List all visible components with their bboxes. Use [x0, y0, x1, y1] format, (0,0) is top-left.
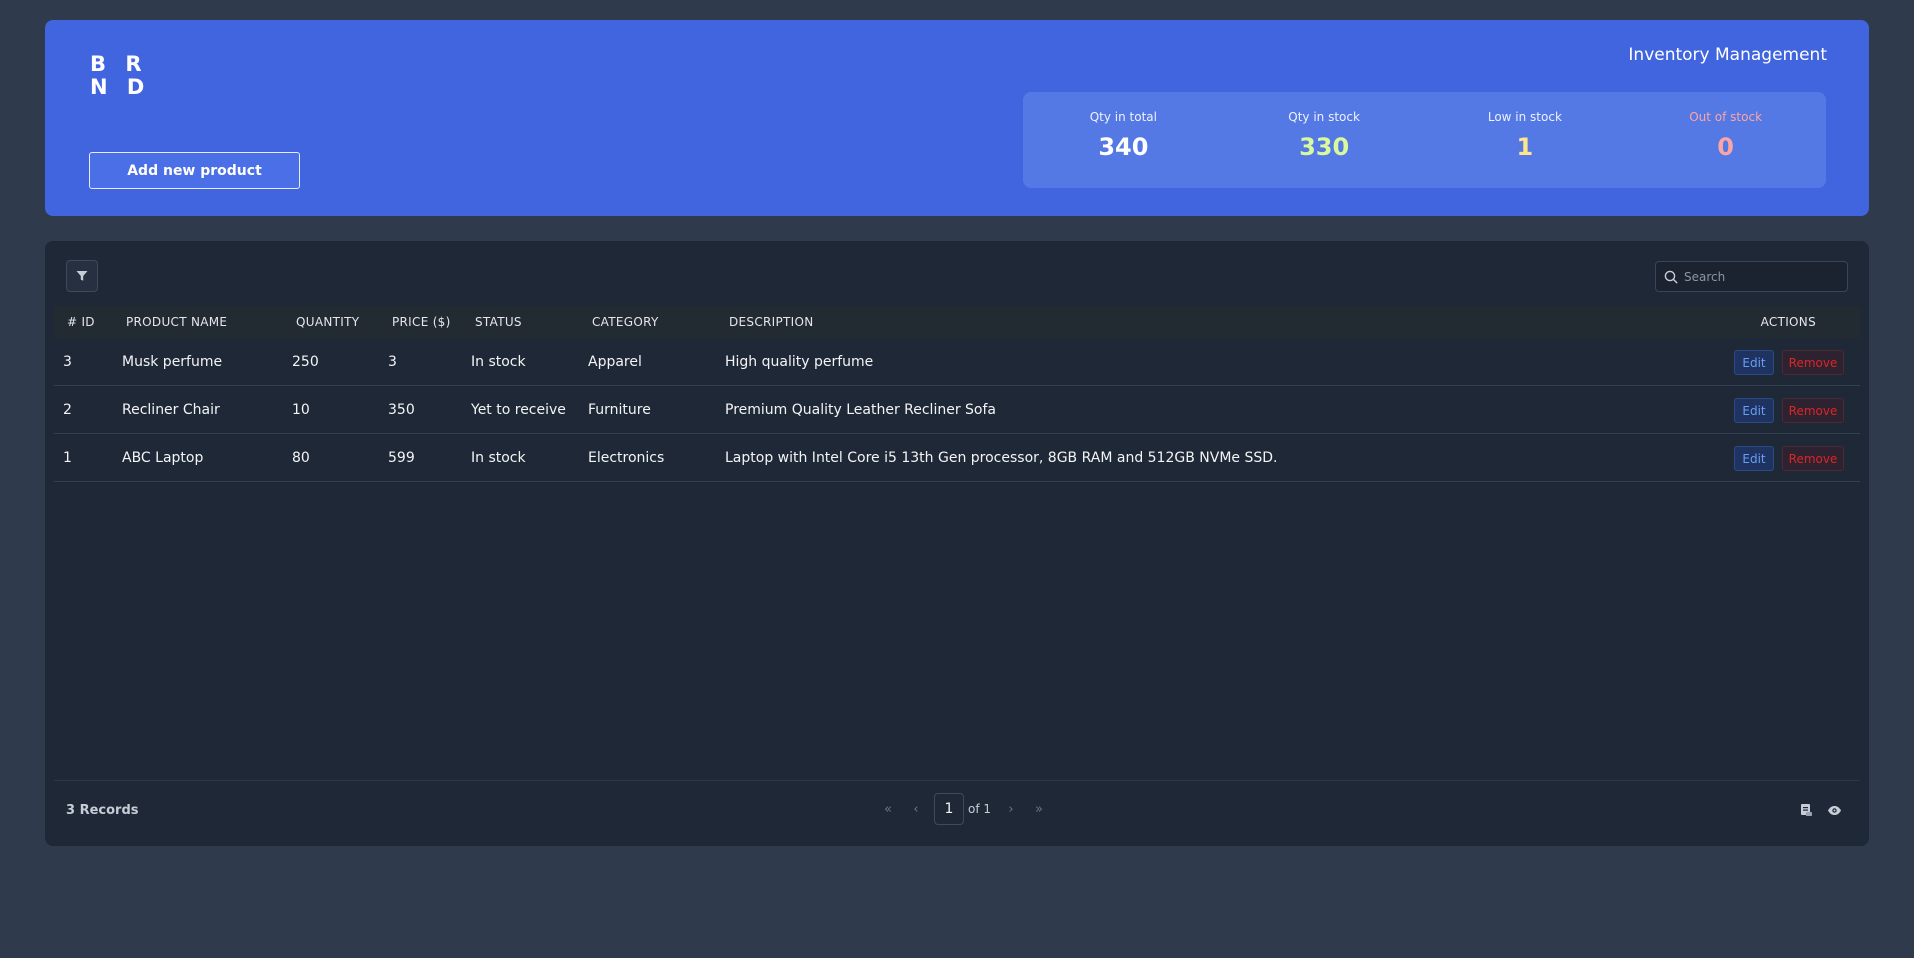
previous-page-button[interactable]: ‹ [902, 802, 930, 817]
brand-logo: B R N D [90, 53, 150, 99]
cell-category: Electronics [588, 450, 665, 466]
table-row: 2 Recliner Chair 10 350 Yet to receive F… [54, 386, 1860, 434]
current-page-button[interactable]: 1 [934, 793, 964, 825]
footer-actions [1799, 803, 1842, 817]
page-title: Inventory Management [1628, 45, 1827, 65]
stat-label: Out of stock [1689, 110, 1763, 124]
cell-category: Apparel [588, 354, 642, 370]
remove-button[interactable]: Remove [1782, 398, 1844, 423]
stat-label: Qty in stock [1288, 110, 1360, 124]
export-icon [1801, 804, 1812, 816]
table-row: 1 ABC Laptop 80 599 In stock Electronics… [54, 434, 1860, 482]
edit-button[interactable]: Edit [1734, 398, 1774, 423]
last-page-button[interactable]: » [1025, 802, 1053, 817]
next-page-button[interactable]: › [997, 802, 1025, 817]
records-count: 3 Records [66, 803, 139, 818]
table-header: # ID PRODUCT NAME QUANTITY PRICE ($) STA… [54, 306, 1860, 338]
column-header-actions: ACTIONS [1760, 315, 1816, 329]
page-total-label: of 1 [968, 802, 992, 816]
brand-logo-line-2: N D [90, 75, 151, 99]
table-row: 3 Musk perfume 250 3 In stock Apparel Hi… [54, 338, 1860, 386]
column-header-description[interactable]: DESCRIPTION [729, 306, 814, 338]
stat-value: 1 [1516, 133, 1534, 161]
cell-price: 599 [388, 450, 415, 466]
add-new-product-button[interactable]: Add new product [89, 152, 300, 189]
cell-description: High quality perfume [725, 354, 874, 370]
stat-qty-in-stock: Qty in stock 330 [1224, 92, 1425, 188]
cell-description: Premium Quality Leather Recliner Sofa [725, 402, 996, 418]
remove-button[interactable]: Remove [1782, 446, 1844, 471]
stat-out-of-stock: Out of stock 0 [1625, 92, 1826, 188]
column-header-price[interactable]: PRICE ($) [392, 306, 451, 338]
cell-status: Yet to receive [471, 402, 566, 418]
search-box[interactable] [1655, 261, 1848, 292]
cell-id: 1 [63, 450, 72, 466]
cell-product-name: ABC Laptop [122, 450, 204, 466]
cell-quantity: 10 [292, 402, 310, 418]
cell-status: In stock [471, 450, 526, 466]
cell-id: 2 [63, 402, 72, 418]
cell-price: 3 [388, 354, 397, 370]
stat-value: 330 [1299, 133, 1350, 161]
column-header-product-name[interactable]: PRODUCT NAME [126, 306, 227, 338]
column-header-category[interactable]: CATEGORY [592, 306, 659, 338]
table-footer: 3 Records « ‹ 1 of 1 › » [54, 780, 1860, 842]
remove-button[interactable]: Remove [1782, 350, 1844, 375]
search-icon [1664, 270, 1678, 284]
filter-button[interactable] [66, 260, 98, 292]
first-page-button[interactable]: « [874, 802, 902, 817]
header-banner: B R N D Add new product Inventory Manage… [45, 20, 1869, 216]
column-header-status[interactable]: STATUS [475, 306, 522, 338]
stat-label: Low in stock [1487, 110, 1562, 124]
cell-product-name: Recliner Chair [122, 402, 220, 418]
brand-logo-line-1: B R [90, 52, 148, 76]
column-header-quantity[interactable]: QUANTITY [296, 306, 359, 338]
stat-low-in-stock: Low in stock 1 [1425, 92, 1626, 188]
edit-button[interactable]: Edit [1734, 350, 1774, 375]
cell-category: Furniture [588, 402, 651, 418]
cell-quantity: 250 [292, 354, 319, 370]
cell-description: Laptop with Intel Core i5 13th Gen proce… [725, 450, 1278, 466]
stat-label: Qty in total [1089, 110, 1157, 124]
cell-product-name: Musk perfume [122, 354, 223, 370]
edit-button[interactable]: Edit [1734, 446, 1774, 471]
stats-summary: Qty in total 340 Qty in stock 330 Low in… [1023, 92, 1826, 188]
column-header-id[interactable]: # ID [67, 306, 95, 338]
cell-quantity: 80 [292, 450, 310, 466]
view-button[interactable] [1827, 803, 1842, 817]
view-icon [1828, 806, 1841, 815]
cell-status: In stock [471, 354, 526, 370]
filter-icon [76, 271, 88, 281]
stat-value: 340 [1098, 133, 1149, 161]
cell-price: 350 [388, 402, 415, 418]
pagination: « ‹ 1 of 1 › » [874, 793, 1053, 825]
inventory-panel: # ID PRODUCT NAME QUANTITY PRICE ($) STA… [45, 241, 1869, 846]
search-input[interactable] [1684, 269, 1834, 284]
stat-value: 0 [1717, 133, 1734, 161]
stat-qty-total: Qty in total 340 [1023, 92, 1224, 188]
export-button[interactable] [1799, 803, 1813, 817]
cell-id: 3 [63, 354, 72, 370]
